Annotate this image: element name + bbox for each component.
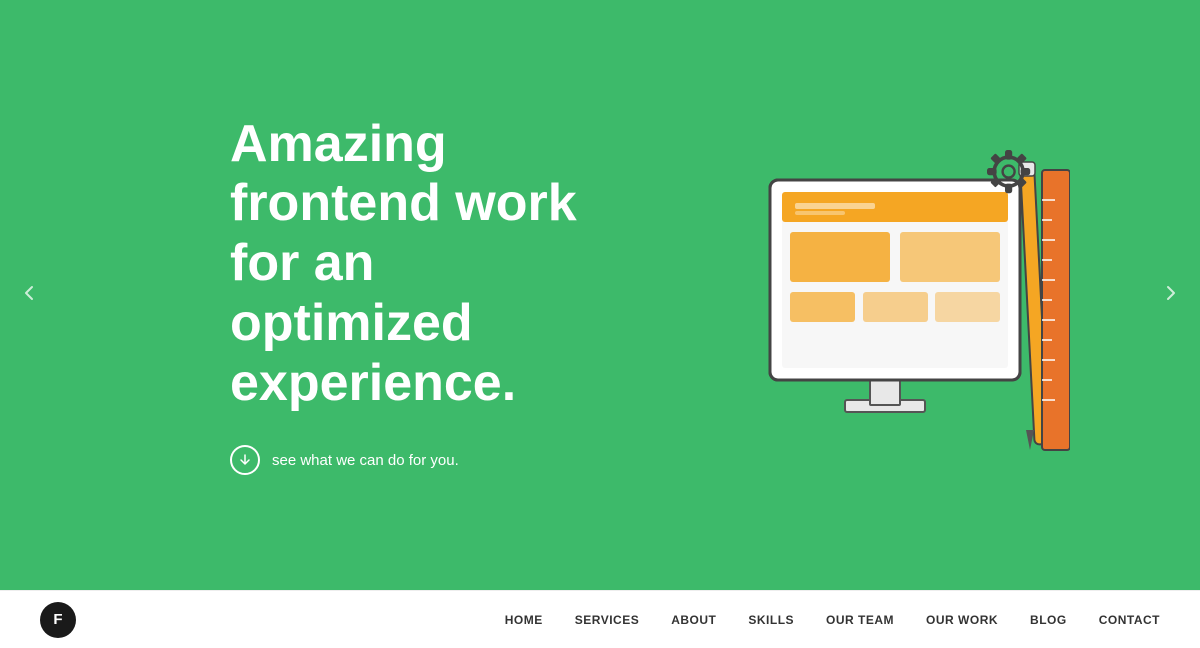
nav-skills[interactable]: SKILLS [748,613,794,627]
nav-home[interactable]: HOME [505,613,543,627]
nav-links: HOME SERVICES ABOUT SKILLS OUR TEAM OUR … [505,613,1160,627]
hero-content: Amazing frontend work for an optimized e… [230,115,630,476]
nav-services[interactable]: SERVICES [575,613,639,627]
hero-cta[interactable]: see what we can do for you. [230,445,630,475]
cta-label: see what we can do for you. [272,452,459,469]
next-arrow[interactable] [1162,282,1180,308]
nav-contact[interactable]: CONTACT [1099,613,1160,627]
nav-our-team[interactable]: OUR TEAM [826,613,894,627]
nav-about[interactable]: ABOUT [671,613,716,627]
cta-down-icon [230,445,260,475]
hero-title: Amazing frontend work for an optimized e… [230,115,630,414]
prev-arrow[interactable] [20,282,38,308]
hero-section: Amazing frontend work for an optimized e… [0,0,1200,590]
navbar: F HOME SERVICES ABOUT SKILLS OUR TEAM OU… [0,590,1200,648]
nav-our-work[interactable]: OUR WORK [926,613,998,627]
nav-blog[interactable]: BLOG [1030,613,1067,627]
logo[interactable]: F [40,602,76,638]
hero-illustration [690,110,1070,480]
